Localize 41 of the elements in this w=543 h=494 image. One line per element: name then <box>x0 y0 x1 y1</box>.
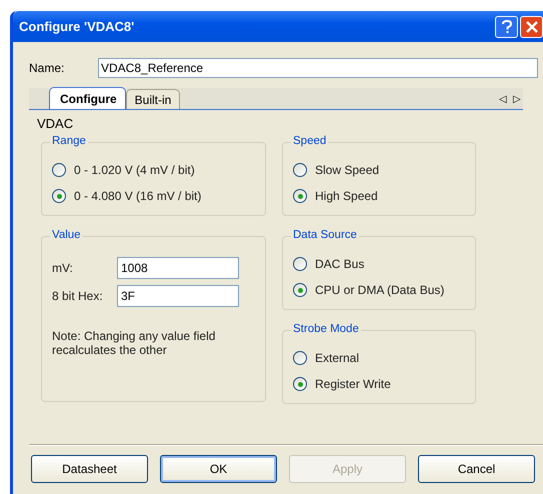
scroll-arrow-button[interactable]: ▷ <box>513 92 521 104</box>
tab[interactable]: Built-in <box>126 89 180 109</box>
option-label: 0 - 4.080 V (16 mV / bit) <box>74 189 202 203</box>
radio-button[interactable] <box>293 377 307 391</box>
group-title: Speed <box>291 135 328 147</box>
radio-button[interactable] <box>293 351 307 365</box>
help-button[interactable] <box>495 16 518 38</box>
option-label: Register Write <box>315 377 391 391</box>
note-text: Note: Changing any value field recalculates the other <box>52 329 216 357</box>
group-title: Value <box>50 229 83 241</box>
tab[interactable]: Configure <box>49 87 126 109</box>
help-icon <box>500 20 512 34</box>
option-label: CPU or DMA (Data Bus) <box>315 283 444 297</box>
dialog-button[interactable]: Datasheet <box>31 455 148 483</box>
section-title: VDAC <box>37 116 74 131</box>
name-field[interactable]: VDAC8_Reference <box>98 58 538 78</box>
dialog-button[interactable]: Cancel <box>418 455 535 483</box>
group-title: Strobe Mode <box>291 323 361 335</box>
value-field[interactable]: 1008 <box>117 257 239 279</box>
close-icon <box>526 20 538 32</box>
radio-button[interactable] <box>293 163 307 177</box>
option-label: DAC Bus <box>315 257 364 271</box>
group-title: Range <box>50 135 88 147</box>
option-label: 0 - 1.020 V (4 mV / bit) <box>74 163 195 177</box>
radio-button[interactable] <box>293 283 307 297</box>
option-label: High Speed <box>315 189 378 203</box>
radio-button[interactable] <box>52 163 66 177</box>
window-title: Configure 'VDAC8' <box>19 19 134 34</box>
value-field[interactable]: 3F <box>117 285 239 307</box>
group-title: Data Source <box>291 229 359 241</box>
radio-button[interactable] <box>293 189 307 203</box>
field-label: mV: <box>52 261 74 275</box>
dialog-button[interactable]: OK <box>160 455 277 483</box>
close-button[interactable] <box>520 16 543 38</box>
option-label: External <box>315 351 360 365</box>
scroll-arrow-button[interactable]: ◁ <box>499 92 507 104</box>
option-label: Slow Speed <box>315 163 380 177</box>
radio-button[interactable] <box>293 257 307 271</box>
name-label: Name: <box>29 61 66 75</box>
field-label: 8 bit Hex: <box>52 289 104 303</box>
radio-button[interactable] <box>52 189 66 203</box>
